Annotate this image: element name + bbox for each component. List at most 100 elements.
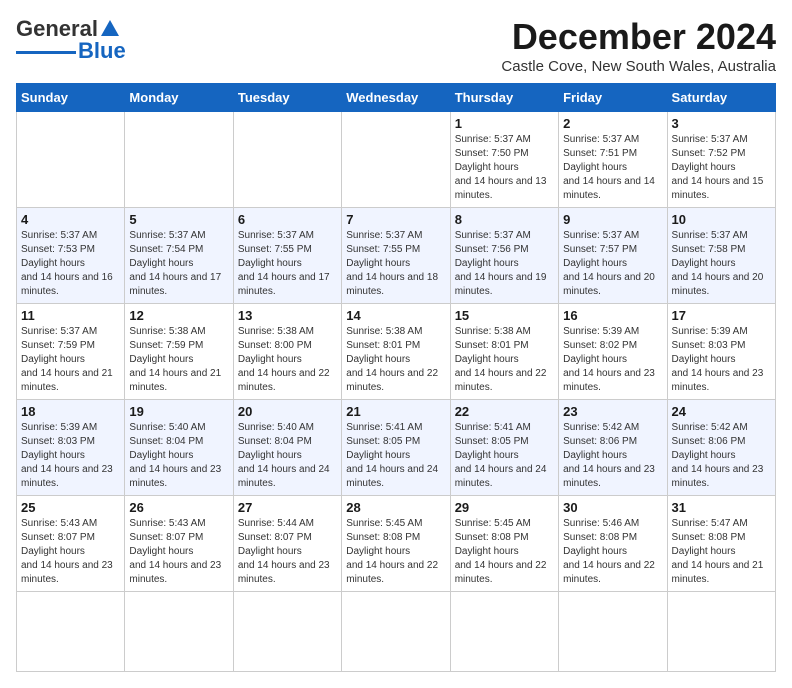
table-row: 31 Sunrise: 5:47 AM Sunset: 8:08 PM Dayl… — [667, 496, 775, 592]
day-number: 11 — [21, 308, 120, 323]
table-row: 23 Sunrise: 5:42 AM Sunset: 8:06 PM Dayl… — [559, 400, 667, 496]
logo-blue: Blue — [78, 38, 126, 64]
table-row: 25 Sunrise: 5:43 AM Sunset: 8:07 PM Dayl… — [17, 496, 125, 592]
table-row: 5 Sunrise: 5:37 AM Sunset: 7:54 PM Dayli… — [125, 208, 233, 304]
table-row — [233, 592, 341, 672]
table-row: 6 Sunrise: 5:37 AM Sunset: 7:55 PM Dayli… — [233, 208, 341, 304]
day-content: Sunrise: 5:37 AM Sunset: 7:54 PM Dayligh… — [129, 229, 228, 299]
logo: General Blue — [16, 16, 126, 64]
table-row: 10 Sunrise: 5:37 AM Sunset: 7:58 PM Dayl… — [667, 208, 775, 304]
header-row: Sunday Monday Tuesday Wednesday Thursday… — [17, 84, 776, 112]
table-row: 11 Sunrise: 5:37 AM Sunset: 7:59 PM Dayl… — [17, 304, 125, 400]
calendar-week-2: 4 Sunrise: 5:37 AM Sunset: 7:53 PM Dayli… — [17, 208, 776, 304]
day-content: Sunrise: 5:37 AM Sunset: 7:53 PM Dayligh… — [21, 229, 120, 299]
calendar-week-5: 25 Sunrise: 5:43 AM Sunset: 8:07 PM Dayl… — [17, 496, 776, 592]
logo-icon — [99, 18, 121, 40]
day-number: 28 — [346, 500, 445, 515]
month-title: December 2024 — [501, 16, 776, 58]
day-content: Sunrise: 5:37 AM Sunset: 7:51 PM Dayligh… — [563, 133, 662, 203]
col-friday: Friday — [559, 84, 667, 112]
table-row: 14 Sunrise: 5:38 AM Sunset: 8:01 PM Dayl… — [342, 304, 450, 400]
table-row — [233, 112, 341, 208]
day-content: Sunrise: 5:37 AM Sunset: 7:52 PM Dayligh… — [672, 133, 771, 203]
day-number: 30 — [563, 500, 662, 515]
table-row: 30 Sunrise: 5:46 AM Sunset: 8:08 PM Dayl… — [559, 496, 667, 592]
day-number: 29 — [455, 500, 554, 515]
table-row: 9 Sunrise: 5:37 AM Sunset: 7:57 PM Dayli… — [559, 208, 667, 304]
table-row — [17, 592, 125, 672]
day-number: 16 — [563, 308, 662, 323]
day-number: 26 — [129, 500, 228, 515]
location-title: Castle Cove, New South Wales, Australia — [501, 58, 776, 75]
day-number: 4 — [21, 212, 120, 227]
table-row: 24 Sunrise: 5:42 AM Sunset: 8:06 PM Dayl… — [667, 400, 775, 496]
day-content: Sunrise: 5:43 AM Sunset: 8:07 PM Dayligh… — [129, 517, 228, 587]
table-row: 19 Sunrise: 5:40 AM Sunset: 8:04 PM Dayl… — [125, 400, 233, 496]
table-row: 15 Sunrise: 5:38 AM Sunset: 8:01 PM Dayl… — [450, 304, 558, 400]
table-row: 13 Sunrise: 5:38 AM Sunset: 8:00 PM Dayl… — [233, 304, 341, 400]
col-saturday: Saturday — [667, 84, 775, 112]
day-number: 6 — [238, 212, 337, 227]
table-row — [342, 112, 450, 208]
day-number: 13 — [238, 308, 337, 323]
table-row: 22 Sunrise: 5:41 AM Sunset: 8:05 PM Dayl… — [450, 400, 558, 496]
day-content: Sunrise: 5:39 AM Sunset: 8:03 PM Dayligh… — [672, 325, 771, 395]
day-content: Sunrise: 5:38 AM Sunset: 8:01 PM Dayligh… — [455, 325, 554, 395]
day-number: 18 — [21, 404, 120, 419]
col-tuesday: Tuesday — [233, 84, 341, 112]
day-number: 8 — [455, 212, 554, 227]
table-row: 4 Sunrise: 5:37 AM Sunset: 7:53 PM Dayli… — [17, 208, 125, 304]
table-row: 21 Sunrise: 5:41 AM Sunset: 8:05 PM Dayl… — [342, 400, 450, 496]
day-number: 7 — [346, 212, 445, 227]
table-row: 1 Sunrise: 5:37 AM Sunset: 7:50 PM Dayli… — [450, 112, 558, 208]
day-content: Sunrise: 5:38 AM Sunset: 8:00 PM Dayligh… — [238, 325, 337, 395]
day-number: 2 — [563, 116, 662, 131]
calendar-week-6 — [17, 592, 776, 672]
day-content: Sunrise: 5:39 AM Sunset: 8:02 PM Dayligh… — [563, 325, 662, 395]
day-number: 27 — [238, 500, 337, 515]
day-number: 10 — [672, 212, 771, 227]
table-row: 16 Sunrise: 5:39 AM Sunset: 8:02 PM Dayl… — [559, 304, 667, 400]
table-row: 2 Sunrise: 5:37 AM Sunset: 7:51 PM Dayli… — [559, 112, 667, 208]
day-number: 9 — [563, 212, 662, 227]
day-number: 25 — [21, 500, 120, 515]
day-number: 14 — [346, 308, 445, 323]
col-monday: Monday — [125, 84, 233, 112]
day-content: Sunrise: 5:41 AM Sunset: 8:05 PM Dayligh… — [455, 421, 554, 491]
day-number: 17 — [672, 308, 771, 323]
table-row: 20 Sunrise: 5:40 AM Sunset: 8:04 PM Dayl… — [233, 400, 341, 496]
day-number: 19 — [129, 404, 228, 419]
table-row: 28 Sunrise: 5:45 AM Sunset: 8:08 PM Dayl… — [342, 496, 450, 592]
day-content: Sunrise: 5:43 AM Sunset: 8:07 PM Dayligh… — [21, 517, 120, 587]
day-content: Sunrise: 5:45 AM Sunset: 8:08 PM Dayligh… — [346, 517, 445, 587]
day-content: Sunrise: 5:42 AM Sunset: 8:06 PM Dayligh… — [563, 421, 662, 491]
day-content: Sunrise: 5:37 AM Sunset: 7:50 PM Dayligh… — [455, 133, 554, 203]
day-content: Sunrise: 5:41 AM Sunset: 8:05 PM Dayligh… — [346, 421, 445, 491]
day-content: Sunrise: 5:44 AM Sunset: 8:07 PM Dayligh… — [238, 517, 337, 587]
table-row — [559, 592, 667, 672]
table-row: 12 Sunrise: 5:38 AM Sunset: 7:59 PM Dayl… — [125, 304, 233, 400]
table-row — [125, 592, 233, 672]
day-number: 31 — [672, 500, 771, 515]
day-content: Sunrise: 5:38 AM Sunset: 7:59 PM Dayligh… — [129, 325, 228, 395]
calendar-week-4: 18 Sunrise: 5:39 AM Sunset: 8:03 PM Dayl… — [17, 400, 776, 496]
day-number: 22 — [455, 404, 554, 419]
day-content: Sunrise: 5:42 AM Sunset: 8:06 PM Dayligh… — [672, 421, 771, 491]
day-content: Sunrise: 5:40 AM Sunset: 8:04 PM Dayligh… — [238, 421, 337, 491]
table-row — [450, 592, 558, 672]
day-content: Sunrise: 5:46 AM Sunset: 8:08 PM Dayligh… — [563, 517, 662, 587]
table-row: 27 Sunrise: 5:44 AM Sunset: 8:07 PM Dayl… — [233, 496, 341, 592]
table-row: 29 Sunrise: 5:45 AM Sunset: 8:08 PM Dayl… — [450, 496, 558, 592]
title-area: December 2024 Castle Cove, New South Wal… — [501, 16, 776, 75]
table-row — [342, 592, 450, 672]
calendar-week-1: 1 Sunrise: 5:37 AM Sunset: 7:50 PM Dayli… — [17, 112, 776, 208]
calendar-table: Sunday Monday Tuesday Wednesday Thursday… — [16, 83, 776, 672]
day-content: Sunrise: 5:37 AM Sunset: 7:55 PM Dayligh… — [346, 229, 445, 299]
table-row — [667, 592, 775, 672]
table-row — [125, 112, 233, 208]
day-number: 20 — [238, 404, 337, 419]
day-number: 23 — [563, 404, 662, 419]
day-number: 5 — [129, 212, 228, 227]
day-content: Sunrise: 5:37 AM Sunset: 7:58 PM Dayligh… — [672, 229, 771, 299]
day-number: 3 — [672, 116, 771, 131]
